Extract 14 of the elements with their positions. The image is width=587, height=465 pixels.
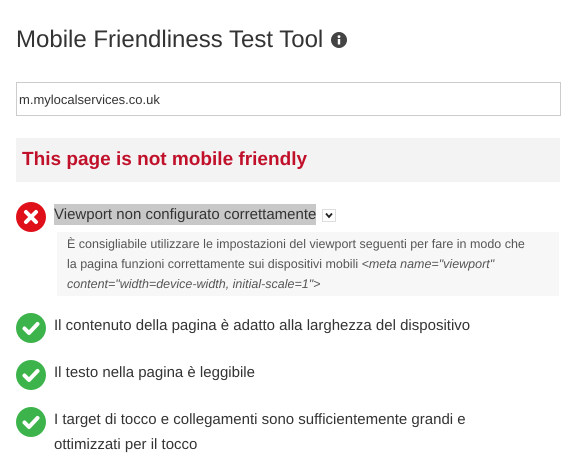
info-icon[interactable]: [331, 32, 348, 48]
checkmark-icon: [16, 313, 46, 343]
error-icon: [16, 202, 46, 232]
detail-text: È consigliabile utilizzare le impostazioni del viewport seguenti per fare in modo che la pagina funzioni correttamente sui dispositivi mobili <meta name="viewport" content="width=device-width, initial-scale=1">: [67, 237, 525, 291]
check-label: I target di tocco e collegamenti sono sufficientemente grandi e ottimizzati per il tocco: [54, 410, 467, 455]
verdict-text: This page is not mobile friendly: [22, 148, 308, 172]
check-label: Il testo nella pagina è leggibile: [54, 363, 256, 383]
page-title: Mobile Friendliness Test Tool: [16, 25, 324, 55]
checkmark-icon: [16, 407, 46, 437]
check-label[interactable]: Viewport non configurato correttamente: [54, 204, 316, 225]
expand-toggle[interactable]: [322, 208, 336, 222]
checkmark-icon: [16, 360, 46, 390]
check-label: Il contenuto della pagina è adatto alla larghezza del dispositivo: [54, 316, 472, 336]
url-field[interactable]: m.mylocalservices.co.uk: [16, 82, 561, 116]
